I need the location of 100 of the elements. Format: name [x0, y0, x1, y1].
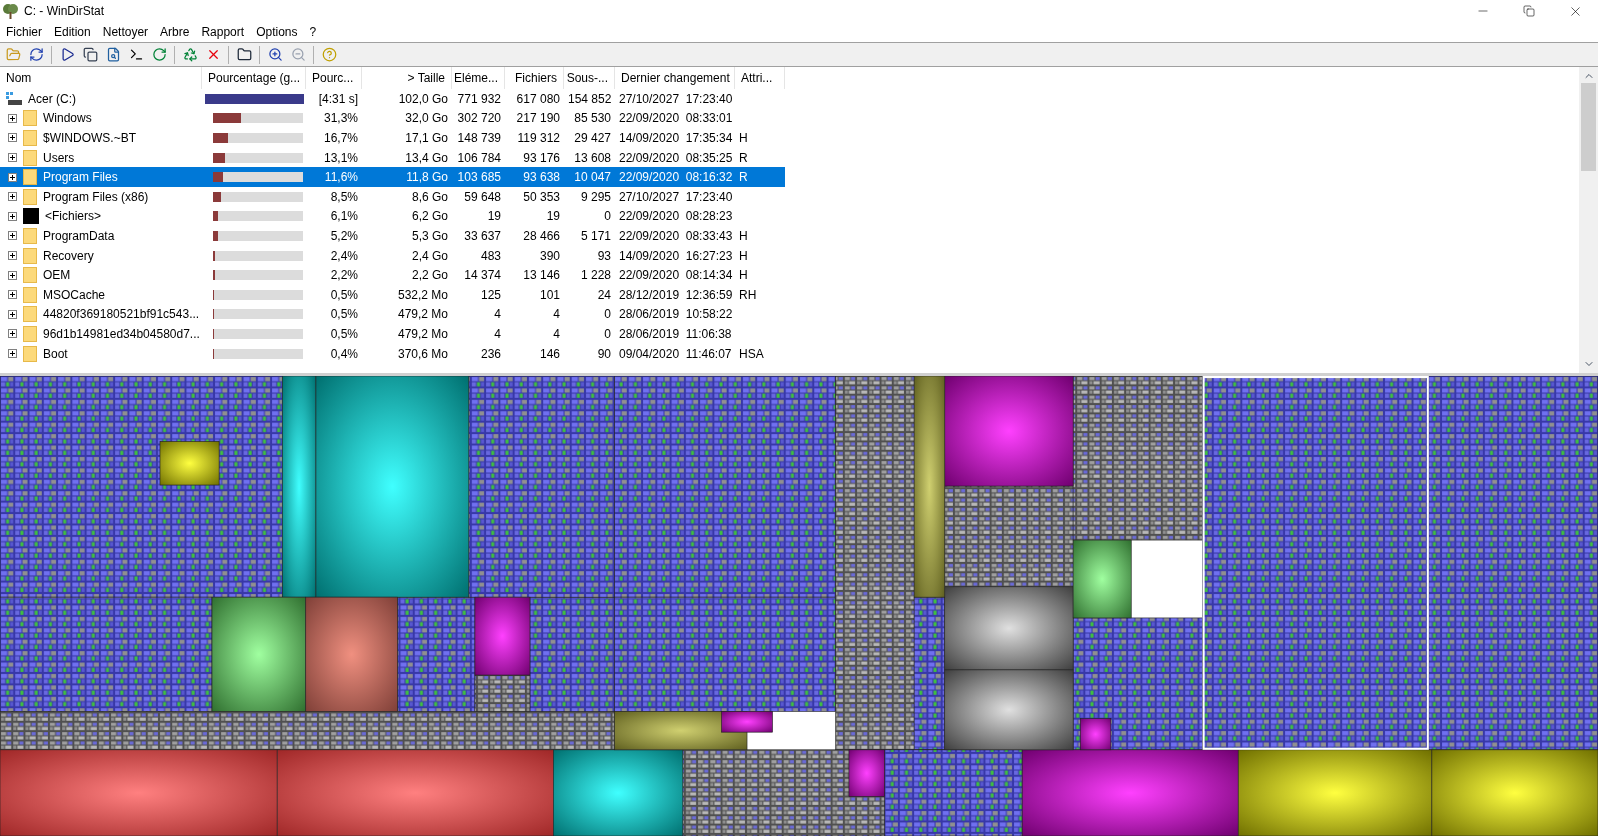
modified-cell-text: 22/09/2020 08:14:34: [618, 267, 734, 285]
expand-icon[interactable]: [8, 251, 17, 261]
subdirs-cell-text: 0: [603, 306, 612, 324]
files-cell-text: 101: [538, 286, 561, 304]
files-cell-text: 13 146: [522, 267, 561, 285]
terminal-icon: [128, 47, 144, 62]
modified-cell-text: 14/09/2020 17:35:34: [618, 130, 734, 147]
size-cell-text: 2,2 Go: [410, 267, 449, 285]
row-name[interactable]: 96d1b14981ed34b04580d7...: [41, 324, 202, 343]
menu-item[interactable]: Arbre: [154, 23, 196, 41]
percent-cell-text: [4:31 s]: [317, 90, 359, 108]
restore-icon: [1523, 5, 1535, 17]
percent-cell-text: 0,4%: [329, 345, 359, 363]
row-name[interactable]: Recovery: [41, 246, 96, 265]
row-name[interactable]: Acer (C:): [26, 89, 78, 108]
column-header[interactable]: Dernier changement: [615, 67, 735, 89]
modified-cell-text: 28/06/2019 11:06:38: [618, 325, 733, 343]
row-name[interactable]: 44820f369180521bf91c543...: [41, 305, 202, 324]
expand-icon[interactable]: [8, 172, 17, 182]
size-cell-text: 479,2 Mo: [396, 306, 449, 324]
menu-item[interactable]: ?: [303, 23, 323, 41]
row-name[interactable]: Users: [41, 148, 77, 167]
percent-cell-text: 0,5%: [329, 325, 359, 343]
subdirs-cell-text: 10 047: [573, 169, 612, 187]
size-cell-text: 370,6 Mo: [396, 345, 449, 363]
refresh-icon: [151, 47, 167, 62]
expand-icon[interactable]: [8, 349, 17, 358]
row-name[interactable]: <Fichiers>: [43, 207, 104, 226]
size-cell-text: 479,2 Mo: [396, 325, 449, 343]
zoom-in-icon: [267, 47, 283, 62]
subdirs-cell-text: 154 852: [567, 90, 613, 108]
subdirs-cell-text: 0: [603, 325, 612, 343]
column-header[interactable]: Pourc...: [306, 67, 362, 89]
expand-icon[interactable]: [8, 231, 17, 241]
percent-cell-text: 0,5%: [329, 306, 359, 324]
scrollbar-thumb[interactable]: [1581, 83, 1596, 171]
folder-icon: [23, 188, 37, 205]
column-header[interactable]: > Taille: [362, 67, 452, 89]
expand-icon[interactable]: [8, 192, 17, 202]
menu-item[interactable]: Options: [250, 23, 304, 41]
size-cell-text: 8,6 Go: [410, 188, 449, 206]
row-name[interactable]: Boot: [41, 344, 70, 363]
column-header[interactable]: Nom: [0, 67, 202, 89]
menu-item[interactable]: Edition: [48, 23, 97, 41]
expand-icon[interactable]: [8, 211, 17, 221]
items-cell-text: 4: [493, 325, 502, 343]
play-icon: [59, 47, 75, 62]
subdirs-cell-text: 9 295: [579, 188, 612, 206]
scrollbar[interactable]: [1579, 67, 1598, 373]
column-header[interactable]: Attri...: [735, 67, 785, 89]
row-name[interactable]: MSOCache: [41, 285, 108, 304]
menu-item[interactable]: Nettoyer: [96, 23, 155, 41]
subdirs-cell-text: 24: [596, 286, 612, 304]
zoom-out-icon: [290, 47, 306, 62]
folder-icon: [23, 130, 37, 146]
files-cell-text: 19: [545, 208, 561, 226]
size-cell-text: 5,3 Go: [410, 227, 449, 245]
row-name[interactable]: OEM: [41, 266, 73, 285]
percent-cell-text: 13,1%: [322, 149, 359, 167]
modified-cell-text: 09/04/2020 11:46:07: [618, 345, 733, 363]
tree-icon: [2, 3, 19, 19]
items-cell-text: 4: [493, 306, 502, 324]
row-name[interactable]: Program Files: [41, 168, 120, 187]
expand-icon[interactable]: [8, 329, 17, 339]
size-cell-text: 17,1 Go: [404, 130, 449, 147]
expand-icon[interactable]: [8, 270, 17, 280]
attributes-cell-text: R: [738, 169, 749, 187]
column-header[interactable]: Pourcentage (g...: [202, 67, 306, 89]
row-name[interactable]: ProgramData: [41, 226, 117, 245]
column-header[interactable]: Eléme...: [452, 67, 505, 89]
search-icon: [105, 47, 121, 62]
items-cell-text: 59 648: [463, 188, 502, 206]
column-header[interactable]: Sous-...: [564, 67, 615, 89]
column-header[interactable]: Fichiers: [505, 67, 564, 89]
files-cell-text: 4: [552, 325, 561, 343]
expand-icon[interactable]: [8, 153, 17, 163]
help-icon: [321, 47, 337, 62]
modified-cell-text: 14/09/2020 16:27:23: [618, 247, 734, 265]
treemap-drawing[interactable]: [0, 376, 1598, 836]
files-cell-text: 93 638: [522, 169, 561, 187]
expand-icon[interactable]: [8, 113, 17, 123]
expand-icon[interactable]: [8, 309, 17, 319]
folder-icon: [23, 267, 37, 284]
drive-icon: [6, 91, 22, 106]
folder-icon: [23, 325, 37, 342]
menu-item[interactable]: Fichier: [0, 23, 48, 41]
row-name[interactable]: Windows: [41, 109, 94, 128]
subdirs-cell-text: 90: [596, 345, 612, 363]
items-cell-text: 148 739: [456, 130, 502, 147]
percent-cell-text: 16,7%: [322, 130, 359, 147]
subdirs-cell-text: 1 228: [579, 267, 612, 285]
expand-icon[interactable]: [8, 290, 17, 300]
row-name[interactable]: $WINDOWS.~BT: [41, 129, 138, 147]
row-name[interactable]: Program Files (x86): [41, 187, 151, 206]
attributes-cell-text: H: [738, 247, 749, 265]
folder-icon: [23, 247, 37, 264]
menu-item[interactable]: Rapport: [195, 23, 251, 41]
files-cell-text: 390: [538, 247, 561, 265]
attributes-cell-text: H: [738, 267, 749, 285]
expand-icon[interactable]: [8, 133, 17, 143]
